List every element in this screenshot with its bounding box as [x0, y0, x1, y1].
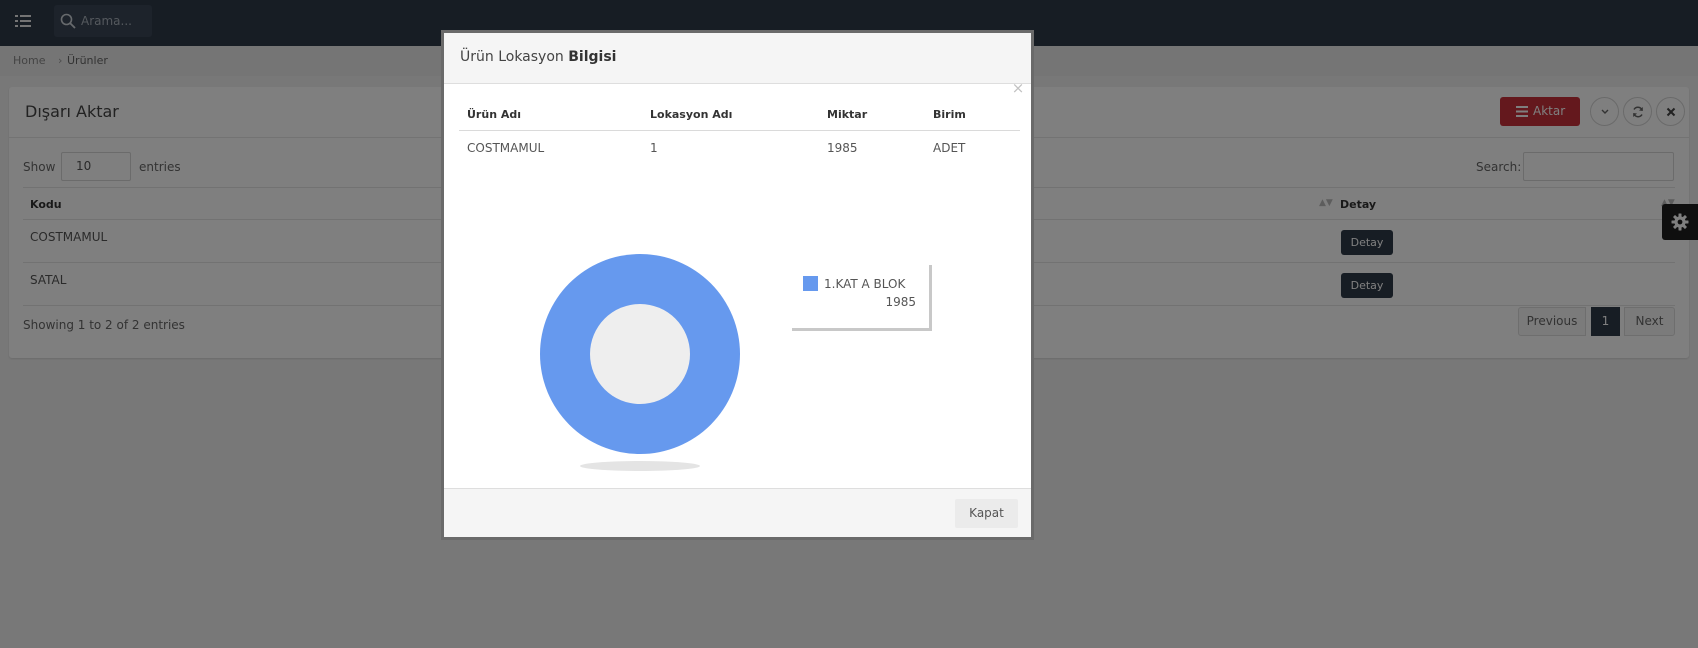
cell-birim: ADET	[933, 141, 966, 155]
modal-title-bold: Bilgisi	[568, 49, 617, 65]
cell-urun-adi: COSTMAMUL	[467, 141, 545, 155]
cell-lokasyon-adi: 1	[650, 141, 658, 155]
column-header-urun-adi: Ürün Adı	[467, 108, 522, 121]
legend-label: 1.KAT A BLOK	[824, 277, 906, 291]
column-header-miktar: Miktar	[827, 108, 868, 121]
modal-header: Ürün Lokasyon Bilgisi	[444, 33, 1031, 84]
location-donut-chart: 1.KAT A BLOK 1985	[540, 254, 932, 471]
close-button[interactable]: Kapat	[955, 499, 1018, 528]
location-info-modal: Ürün Lokasyon Bilgisi × Ürün Adı Lokasyo…	[441, 30, 1034, 540]
column-header-birim: Birim	[933, 108, 966, 121]
legend-value: 1985	[885, 295, 916, 309]
modal-footer: Kapat	[444, 488, 1031, 537]
table-row: COSTMAMUL 1 1985 ADET	[459, 131, 1020, 164]
column-header-lokasyon-adi: Lokasyon Adı	[650, 108, 733, 121]
modal-close-icon[interactable]: ×	[1011, 81, 1025, 96]
modal-title-text: Ürün Lokasyon	[460, 49, 569, 65]
chart-legend: 1.KAT A BLOK 1985	[789, 262, 932, 331]
modal-title: Ürün Lokasyon Bilgisi	[460, 49, 616, 65]
location-table-header: Ürün Adı Lokasyon Adı Miktar Birim	[459, 98, 1020, 131]
donut-shadow	[580, 461, 700, 471]
donut-hole	[590, 304, 690, 404]
cell-miktar: 1985	[827, 141, 858, 155]
legend-swatch	[803, 276, 818, 291]
